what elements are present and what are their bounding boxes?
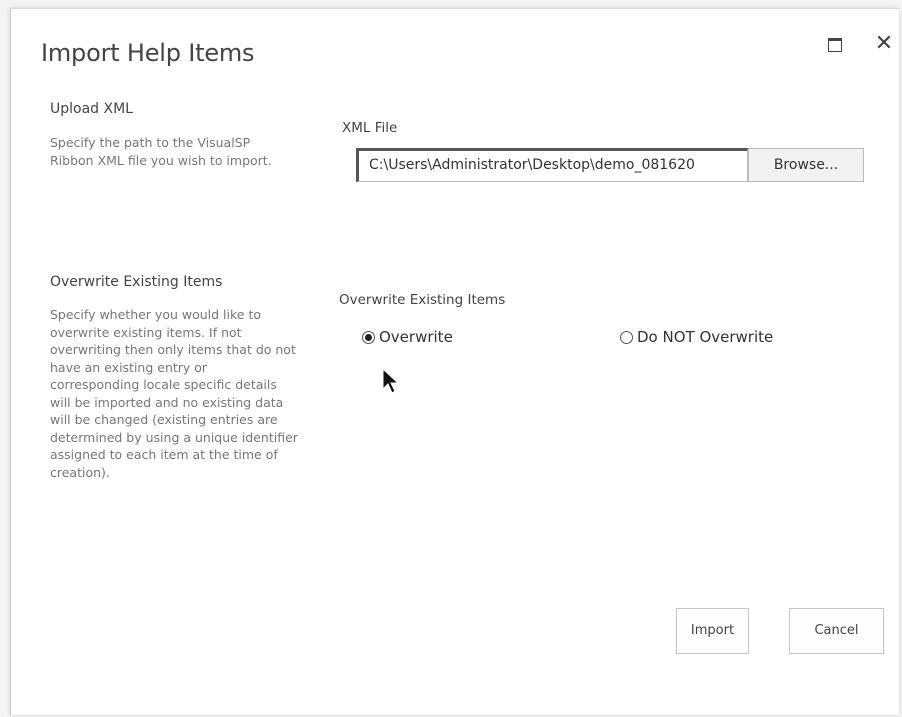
xml-file-input[interactable]: C:\Users\Administrator\Desktop\demo_0816… <box>356 148 748 182</box>
radio-selected-icon <box>362 330 375 344</box>
dialog-title: Import Help Items <box>41 39 255 67</box>
radio-overwrite[interactable]: Overwrite <box>362 328 453 346</box>
radio-do-not-overwrite[interactable]: Do NOT Overwrite <box>620 328 773 346</box>
radio-do-not-overwrite-label: Do NOT Overwrite <box>637 328 774 346</box>
import-dialog: Import Help Items ✕ Upload XML Specify t… <box>10 8 899 715</box>
cancel-button[interactable]: Cancel <box>789 608 884 654</box>
close-button[interactable]: ✕ <box>873 33 895 55</box>
import-button[interactable]: Import <box>676 608 749 654</box>
overwrite-description: Specify whether you would like to overwr… <box>50 307 298 480</box>
overwrite-heading: Overwrite Existing Items <box>50 274 223 290</box>
mouse-pointer-icon <box>382 367 400 394</box>
radio-unselected-icon <box>620 330 633 344</box>
maximize-button[interactable] <box>824 33 846 55</box>
xml-file-label: XML File <box>342 120 398 136</box>
close-icon: ✕ <box>874 31 894 56</box>
browse-button[interactable]: Browse... <box>748 148 864 182</box>
upload-xml-heading: Upload XML <box>50 101 133 117</box>
upload-xml-description: Specify the path to the VisualSP Ribbon … <box>50 135 272 168</box>
maximize-icon <box>828 38 842 52</box>
radio-overwrite-label: Overwrite <box>379 328 453 346</box>
overwrite-field-label: Overwrite Existing Items <box>339 292 506 308</box>
